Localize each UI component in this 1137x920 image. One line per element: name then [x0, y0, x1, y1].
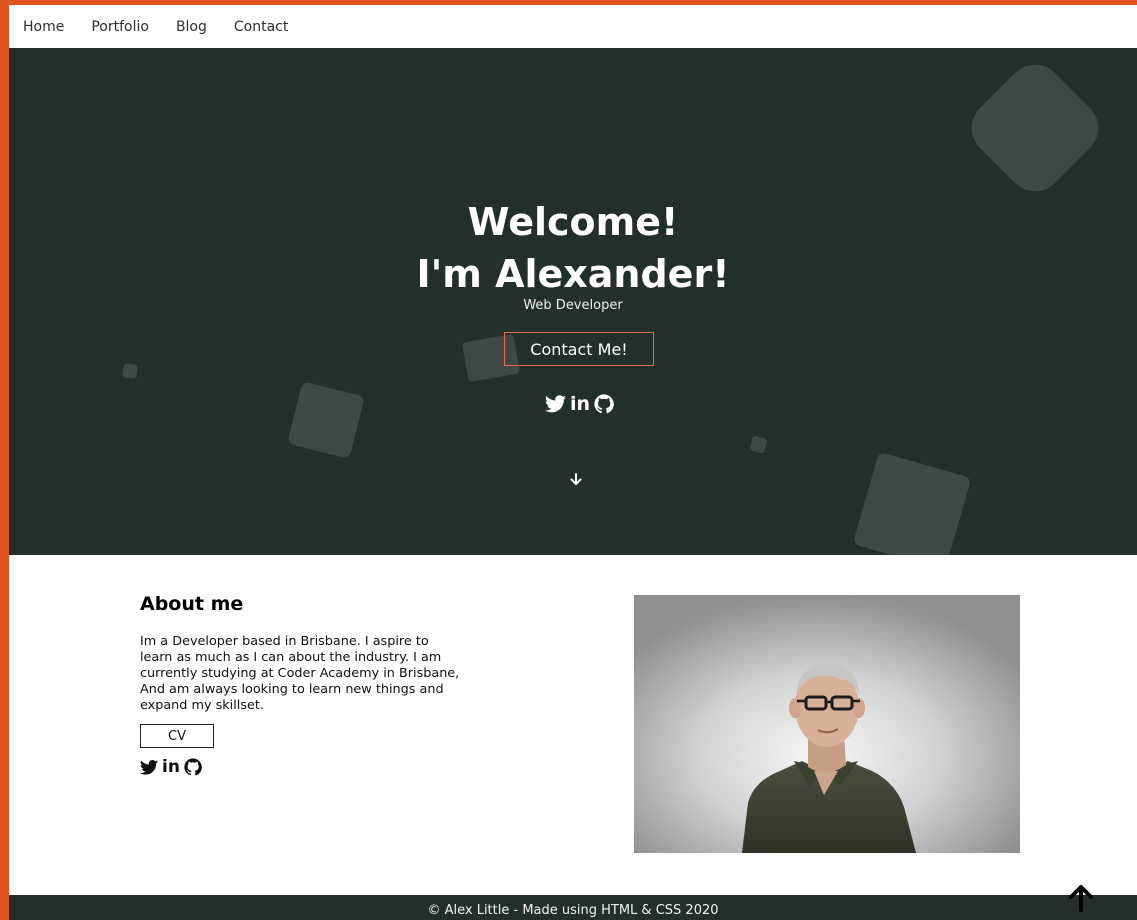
decor-shape [749, 435, 768, 454]
nav-contact[interactable]: Contact [234, 19, 288, 35]
twitter-icon[interactable] [140, 759, 158, 775]
decor-shape [287, 381, 365, 459]
scroll-down-arrow-icon[interactable] [568, 472, 584, 492]
footer: © Alex Little - Made using HTML & CSS 20… [9, 895, 1137, 920]
decor-shape [960, 53, 1110, 203]
github-icon[interactable] [184, 758, 202, 776]
about-title: About me [140, 593, 244, 615]
github-icon[interactable] [594, 394, 614, 414]
twitter-icon[interactable] [545, 395, 566, 413]
accent-border-left [0, 0, 9, 920]
linkedin-icon[interactable]: in [570, 394, 590, 414]
linkedin-icon[interactable]: in [162, 758, 180, 776]
nav-home[interactable]: Home [23, 19, 64, 35]
contact-me-button[interactable]: Contact Me! [504, 332, 654, 366]
hero-title-line1: Welcome! [467, 200, 679, 244]
decor-shape [852, 451, 972, 555]
hero-section: Welcome! I'm Alexander! Web Developer Co… [9, 48, 1137, 555]
about-description: Im a Developer based in Brisbane. I aspi… [140, 634, 460, 713]
footer-copyright: © Alex Little - Made using HTML & CSS 20… [427, 903, 719, 918]
cv-button[interactable]: CV [140, 724, 214, 748]
decor-shape [122, 363, 138, 379]
hero-subtitle: Web Developer [523, 298, 623, 313]
nav-portfolio[interactable]: Portfolio [91, 19, 149, 35]
nav-blog[interactable]: Blog [176, 19, 207, 35]
profile-photo [634, 595, 1020, 853]
hero-title-line2: I'm Alexander! [416, 252, 730, 296]
back-to-top-arrow-icon[interactable] [1068, 884, 1094, 916]
navbar: Home Portfolio Blog Contact [9, 5, 1137, 48]
hero-social-links: in [545, 394, 614, 414]
about-social-links: in [140, 758, 202, 776]
